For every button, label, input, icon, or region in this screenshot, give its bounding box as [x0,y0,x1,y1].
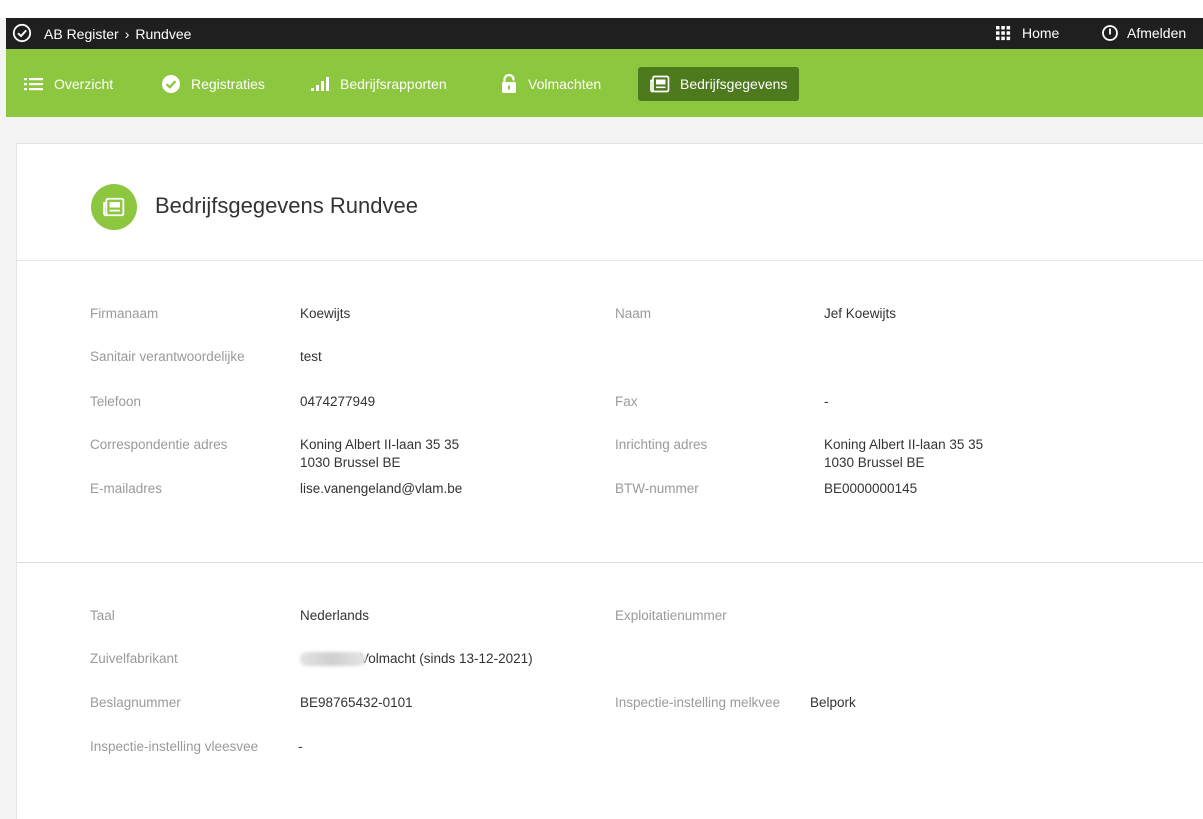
inspectie-melkvee-value: Belpork [810,695,856,710]
nav-label: Bedrijfsrapporten [340,76,447,92]
correspondentie-adres-line2: 1030 Brussel BE [300,455,401,470]
taal-value: Nederlands [300,608,370,623]
check-circle-icon [162,75,180,93]
breadcrumb: AB Register › Rundvee [44,26,191,42]
inrichting-adres-line1: Koning Albert II-laan 35 35 [824,437,984,452]
main-nav: Overzicht Registraties Bedrijfsrapporten… [6,49,1203,117]
page-title: Bedrijfsgegevens Rundvee [155,193,418,218]
correspondentie-adres-line1: Koning Albert II-laan 35 35 [300,437,460,452]
inrichting-adres-line2: 1030 Brussel BE [824,455,925,470]
breadcrumb-app[interactable]: AB Register [44,26,119,42]
telefoon-value: 0474277949 [300,394,376,409]
newspaper-icon [650,75,670,93]
nav-item-bedrijfsgegevens[interactable]: Bedrijfsgegevens [638,67,800,101]
naam-value: Jef Koewijts [824,306,897,321]
exploitatienummer-label: Exploitatienummer [615,608,727,623]
firmanaam-value: Koewijts [300,306,351,321]
telefoon-label: Telefoon [90,394,142,409]
breadcrumb-section[interactable]: Rundvee [135,26,191,42]
inspectie-vleesvee-label: Inspectie-instelling vleesvee [90,739,259,754]
fax-value: - [824,394,829,409]
lock-icon [502,74,516,93]
top-bar: AB Register › Rundvee Home Afmelden [6,18,1203,49]
nav-item-volmachten[interactable]: Volmachten [500,67,601,101]
nav-label: Volmachten [528,76,602,92]
taal-label: Taal [90,608,115,623]
correspondentie-adres-label: Correspondentie adres [90,437,228,452]
sanitair-label: Sanitair verantwoordelijke [90,349,245,364]
inrichting-adres-label: Inrichting adres [615,437,708,452]
zuivelfabrikant-value: Volmacht (sinds 13-12-2021) [300,650,533,667]
section-divider [17,562,1203,563]
nav-label: Overzicht [54,76,114,92]
sanitair-value: test [300,349,322,364]
details-card: Bedrijfsgegevens Rundvee Firmanaam Koewi… [16,143,1203,819]
logout-label: Afmelden [1127,25,1187,41]
nav-item-registraties[interactable]: Registraties [161,67,265,101]
zuivelfabrikant-label: Zuivelfabrikant [90,651,178,666]
home-link[interactable]: Home [994,24,1059,42]
power-icon [1102,25,1118,41]
nav-item-bedrijfsrapporten[interactable]: Bedrijfsrapporten [310,67,447,101]
window-top-edge [0,0,1203,18]
email-label: E-mailadres [90,481,163,496]
content-gap [6,117,1203,143]
naam-label: Naam [615,306,652,321]
home-label: Home [1022,25,1060,41]
email-value: lise.vanengeland@vlam.be [300,481,463,496]
grid-icon [996,26,1011,41]
nav-item-overzicht[interactable]: Overzicht [24,67,113,101]
breadcrumb-separator: › [124,26,130,42]
list-icon [24,78,43,91]
zuivelfabrikant-volmacht: Volmacht (sinds 13-12-2021) [360,651,533,666]
btw-label: BTW-nummer [615,481,699,496]
redacted-name [300,652,366,667]
bar-signal-icon [311,77,329,91]
card-header: Bedrijfsgegevens Rundvee [17,144,1203,261]
inspectie-vleesvee-value: - [298,739,303,754]
nav-label: Bedrijfsgegevens [680,76,788,92]
beslagnummer-label: Beslagnummer [90,695,181,710]
firmanaam-label: Firmanaam [90,306,159,321]
logout-link[interactable]: Afmelden [1101,24,1186,42]
fax-label: Fax [615,394,638,409]
beslagnummer-value: BE98765432-0101 [300,695,413,710]
btw-value: BE0000000145 [824,481,918,496]
inspectie-melkvee-label: Inspectie-instelling melkvee [615,695,781,710]
check-circle-icon[interactable] [12,23,32,43]
nav-label: Registraties [191,76,265,92]
newspaper-icon [91,184,137,230]
